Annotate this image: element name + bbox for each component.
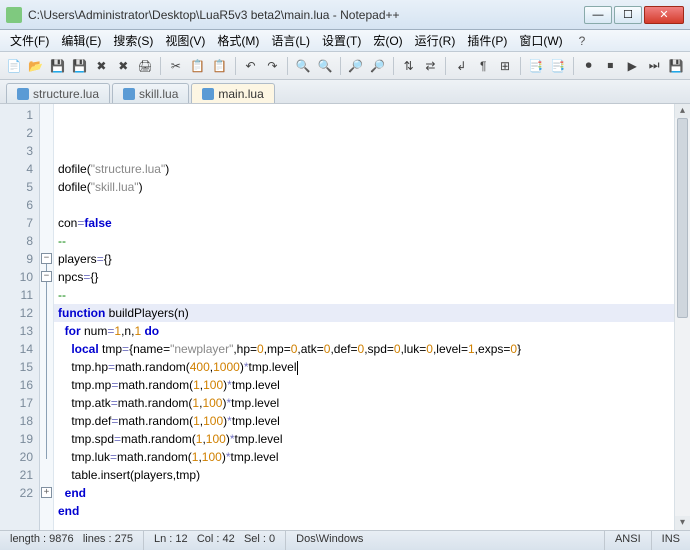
menu-help[interactable]: ? — [573, 32, 592, 50]
toolbar-sep — [520, 57, 521, 75]
status-eol: Dos\Windows — [286, 531, 605, 550]
toolbar: 📄 📂 💾 💾 ✖ ✖ 🖨 ✂ 📋 📋 ↶ ↷ 🔍 🔍 🔎 🔎 ⇅ ⇄ ↲ ¶ … — [0, 52, 690, 80]
find-icon[interactable]: 🔍 — [293, 56, 313, 76]
minimize-button[interactable]: — — [584, 6, 612, 24]
tab-label: main.lua — [218, 87, 263, 101]
title-bar: C:\Users\Administrator\Desktop\LuaR5v3 b… — [0, 0, 690, 30]
function-list-icon[interactable]: 📑 — [526, 56, 546, 76]
indent-guide-icon[interactable]: ⊞ — [495, 56, 515, 76]
scroll-up-icon[interactable]: ▴ — [675, 104, 690, 118]
save-macro-icon[interactable]: 💾 — [666, 56, 686, 76]
menu-file[interactable]: 文件(F) — [4, 30, 55, 51]
scroll-down-icon[interactable]: ▾ — [675, 516, 690, 530]
toolbar-sep — [393, 57, 394, 75]
status-length: length : 9876 lines : 275 — [0, 531, 144, 550]
save-all-icon[interactable]: 💾 — [70, 56, 90, 76]
sync-v-icon[interactable]: ⇅ — [399, 56, 419, 76]
zoom-out-icon[interactable]: 🔎 — [368, 56, 388, 76]
file-icon — [202, 88, 214, 100]
tab-structure[interactable]: structure.lua — [6, 83, 110, 103]
vertical-scrollbar[interactable]: ▴ ▾ — [674, 104, 690, 530]
menu-view[interactable]: 视图(V) — [159, 30, 211, 51]
toolbar-sep — [445, 57, 446, 75]
new-file-icon[interactable]: 📄 — [4, 56, 24, 76]
close-file-icon[interactable]: ✖ — [91, 56, 111, 76]
close-all-icon[interactable]: ✖ — [113, 56, 133, 76]
menu-macro[interactable]: 宏(O) — [367, 30, 408, 51]
close-button[interactable]: ✕ — [644, 6, 684, 24]
zoom-in-icon[interactable]: 🔎 — [346, 56, 366, 76]
fold-gutter[interactable]: −−+ — [40, 104, 54, 530]
save-icon[interactable]: 💾 — [48, 56, 68, 76]
toolbar-sep — [573, 57, 574, 75]
doc-map-icon[interactable]: 📑 — [548, 56, 568, 76]
play-multi-icon[interactable]: ⏭ — [644, 56, 664, 76]
maximize-button[interactable]: ☐ — [614, 6, 642, 24]
menu-run[interactable]: 运行(R) — [409, 30, 462, 51]
file-icon — [17, 88, 29, 100]
tab-skill[interactable]: skill.lua — [112, 83, 189, 103]
toolbar-sep — [287, 57, 288, 75]
record-macro-icon[interactable]: ⏺ — [579, 56, 599, 76]
toolbar-sep — [340, 57, 341, 75]
showall-icon[interactable]: ¶ — [473, 56, 493, 76]
file-icon — [123, 88, 135, 100]
toolbar-sep — [235, 57, 236, 75]
status-encoding: ANSI — [605, 531, 652, 550]
menu-bar: 文件(F) 编辑(E) 搜索(S) 视图(V) 格式(M) 语言(L) 设置(T… — [0, 30, 690, 52]
paste-icon[interactable]: 📋 — [210, 56, 230, 76]
tab-main[interactable]: main.lua — [191, 83, 274, 103]
window-title: C:\Users\Administrator\Desktop\LuaR5v3 b… — [28, 8, 582, 22]
menu-format[interactable]: 格式(M) — [211, 30, 265, 51]
menu-window[interactable]: 窗口(W) — [513, 30, 568, 51]
code-area[interactable]: dofile("structure.lua")dofile("skill.lua… — [54, 104, 674, 530]
undo-icon[interactable]: ↶ — [241, 56, 261, 76]
scrollbar-thumb[interactable] — [677, 118, 688, 318]
menu-language[interactable]: 语言(L) — [265, 30, 316, 51]
status-bar: length : 9876 lines : 275 Ln : 12 Col : … — [0, 530, 690, 550]
tab-label: structure.lua — [33, 87, 99, 101]
status-mode: INS — [652, 531, 690, 550]
app-icon — [6, 7, 22, 23]
editor[interactable]: 12345678910111213141516171819202122 −−+ … — [0, 104, 690, 530]
status-cursor: Ln : 12 Col : 42 Sel : 0 — [144, 531, 286, 550]
cut-icon[interactable]: ✂ — [166, 56, 186, 76]
redo-icon[interactable]: ↷ — [262, 56, 282, 76]
menu-plugins[interactable]: 插件(P) — [461, 30, 513, 51]
line-number-gutter: 12345678910111213141516171819202122 — [0, 104, 40, 530]
open-file-icon[interactable]: 📂 — [26, 56, 46, 76]
wordwrap-icon[interactable]: ↲ — [451, 56, 471, 76]
sync-h-icon[interactable]: ⇄ — [421, 56, 441, 76]
toolbar-sep — [160, 57, 161, 75]
stop-macro-icon[interactable]: ⏹ — [601, 56, 621, 76]
copy-icon[interactable]: 📋 — [188, 56, 208, 76]
menu-settings[interactable]: 设置(T) — [316, 30, 367, 51]
menu-edit[interactable]: 编辑(E) — [55, 30, 107, 51]
play-macro-icon[interactable]: ▶ — [622, 56, 642, 76]
tab-bar: structure.lua skill.lua main.lua — [0, 80, 690, 104]
menu-search[interactable]: 搜索(S) — [107, 30, 159, 51]
print-icon[interactable]: 🖨 — [135, 56, 155, 76]
tab-label: skill.lua — [139, 87, 178, 101]
replace-icon[interactable]: 🔍 — [315, 56, 335, 76]
